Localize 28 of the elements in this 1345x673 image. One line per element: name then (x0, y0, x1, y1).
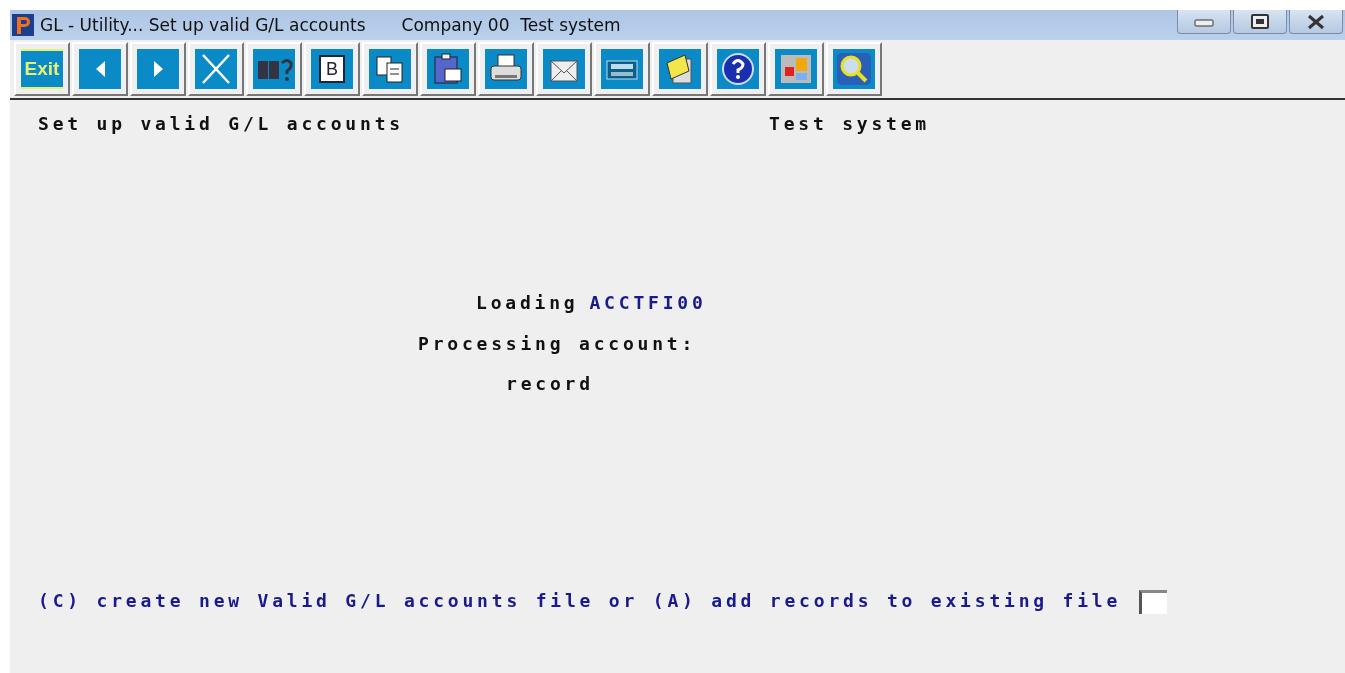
loading-label: Loading (476, 292, 579, 313)
toolbar-button[interactable]: B (304, 42, 360, 96)
toolbar-button[interactable] (478, 42, 534, 96)
answer-field[interactable] (1139, 590, 1168, 614)
toolbar-button[interactable] (826, 42, 882, 96)
toolbar-button[interactable] (362, 42, 418, 96)
record-label: record (506, 373, 594, 394)
app-logo-icon (12, 14, 34, 36)
maximize-button[interactable] (1233, 10, 1287, 34)
toolbar-button[interactable] (594, 42, 650, 96)
right-arrow-icon (153, 61, 163, 77)
minimize-icon (1194, 16, 1214, 27)
toolbar-button[interactable] (710, 42, 766, 96)
loading-file: ACCTFI00 (589, 292, 707, 313)
close-button[interactable] (1289, 10, 1343, 34)
processing-label: Processing account: (418, 333, 697, 354)
prompt-text: (C) create new Valid G/L accounts file or (A) add records to existing file (38, 590, 1122, 613)
company-label: Company 00 Test system (401, 15, 621, 35)
system-label: Test system (769, 113, 930, 134)
close-icon (1306, 13, 1326, 30)
left-arrow-icon (95, 61, 105, 77)
toolbar-button[interactable] (536, 42, 592, 96)
toolbar-button[interactable] (420, 42, 476, 96)
toolbar-button[interactable] (246, 42, 302, 96)
maximize-icon (1250, 13, 1270, 30)
screen-heading: Set up valid G/L accounts (38, 113, 405, 134)
toolbar-button[interactable] (652, 42, 708, 96)
window-title: GL - Utility... Set up valid G/L accounts (40, 15, 366, 35)
